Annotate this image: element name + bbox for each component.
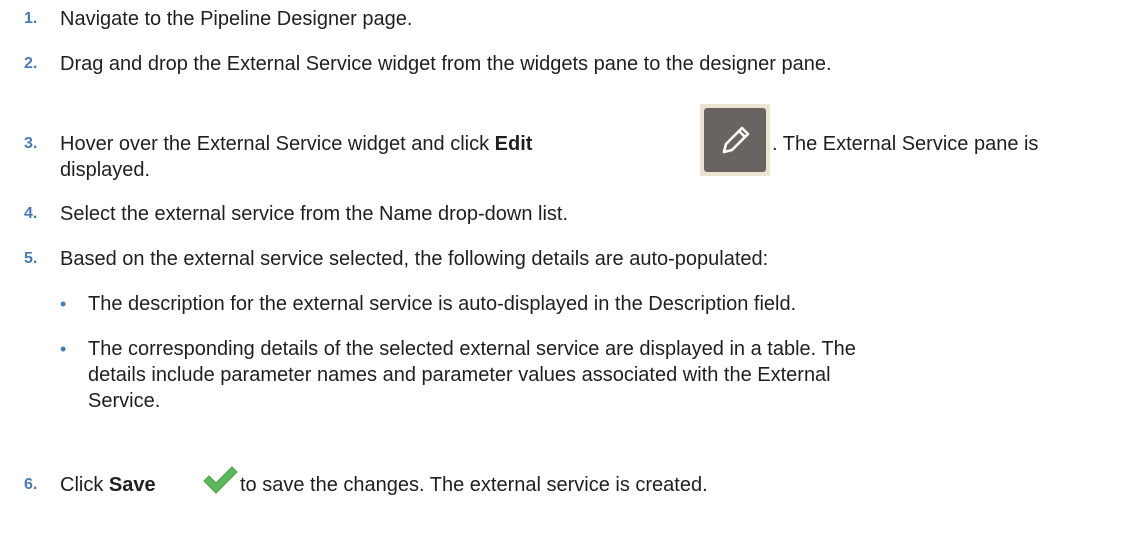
step-2: 2. Drag and drop the External Service wi…: [24, 51, 1135, 77]
bullet: •: [60, 294, 67, 314]
step-text: Select the external service from the Nam…: [60, 203, 568, 225]
step-number: 1.: [24, 10, 38, 27]
step-3-continued: . The External Service pane is: [772, 131, 1135, 157]
step-text-pre: Hover over the External Service widget a…: [60, 133, 495, 155]
step-number: 6.: [24, 476, 38, 493]
sub-item-2: • The corresponding details of the selec…: [60, 336, 1135, 362]
edit-label: Edit: [494, 133, 533, 155]
step-text: Drag and drop the External Service widge…: [60, 53, 832, 75]
step-3-wrap: displayed.: [60, 157, 1135, 183]
checkmark-save-icon: [201, 464, 239, 498]
sub-item-text: The corresponding details of the selecte…: [88, 338, 856, 360]
sub-item-text: details include parameter names and para…: [88, 364, 831, 386]
step-number: 2.: [24, 55, 38, 72]
sub-item-2-line3: Service.: [88, 388, 1135, 414]
bullet: •: [60, 339, 67, 359]
sub-item-2-line2: details include parameter names and para…: [88, 362, 1135, 388]
sub-item-text: The description for the external service…: [88, 293, 797, 315]
step-number: 3.: [24, 135, 38, 152]
step-text-pre: Click: [60, 474, 109, 496]
step-text-post-wrap: displayed.: [60, 159, 151, 181]
sub-item-1: • The description for the external servi…: [60, 291, 1135, 317]
step-number: 4.: [24, 205, 38, 222]
step-6-continued: to save the changes. The external servic…: [240, 472, 1135, 498]
step-text: Based on the external service selected, …: [60, 248, 769, 270]
step-text: Navigate to the Pipeline Designer page.: [60, 8, 413, 30]
save-label: Save: [108, 474, 156, 496]
step-text-post: . The External Service pane is: [772, 133, 1039, 155]
step-1: 1. Navigate to the Pipeline Designer pag…: [24, 6, 1135, 32]
sub-item-text: Service.: [88, 390, 161, 412]
step-5: 5. Based on the external service selecte…: [24, 246, 1135, 272]
step-4: 4. Select the external service from the …: [24, 201, 1135, 227]
step-number: 5.: [24, 250, 38, 267]
step-text-post: to save the changes. The external servic…: [240, 474, 708, 496]
